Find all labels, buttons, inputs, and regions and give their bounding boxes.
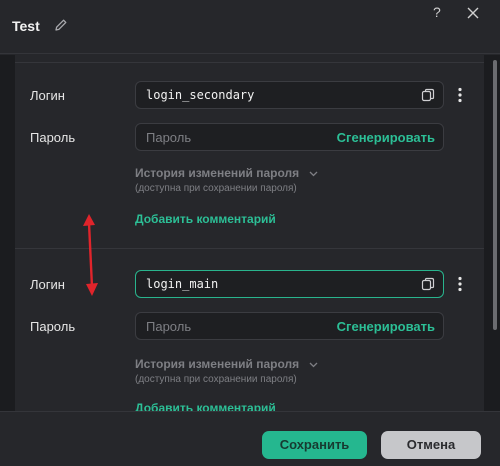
pencil-icon[interactable] bbox=[54, 18, 68, 32]
password-history-toggle[interactable]: История изменений пароля bbox=[135, 166, 318, 180]
copy-icon[interactable] bbox=[421, 88, 435, 102]
scrollbar-thumb[interactable] bbox=[493, 60, 497, 330]
password-input[interactable]: Пароль Сгенерировать bbox=[135, 123, 444, 151]
add-comment-button[interactable]: Добавить комментарий bbox=[135, 212, 276, 226]
chevron-down-icon bbox=[309, 171, 317, 177]
login-value: login_secondary bbox=[146, 88, 255, 102]
password-history-note: (доступна при сохранении пароля) bbox=[135, 183, 297, 194]
dialog-title: Test bbox=[12, 18, 40, 34]
left-gutter bbox=[0, 55, 15, 411]
chevron-down-icon bbox=[309, 362, 317, 368]
password-history-toggle[interactable]: История изменений пароля bbox=[135, 357, 318, 371]
double-arrow-icon bbox=[83, 214, 98, 296]
edit-dialog: Test ? Логин login_secondary Пароль Паро… bbox=[0, 0, 500, 466]
close-icon[interactable] bbox=[466, 6, 480, 20]
generate-password-button[interactable]: Сгенерировать bbox=[337, 319, 435, 334]
copy-icon[interactable] bbox=[421, 277, 435, 291]
password-label: Пароль bbox=[30, 130, 76, 145]
login-input[interactable]: login_main bbox=[135, 270, 444, 298]
title-bar: Test ? bbox=[0, 0, 500, 54]
dialog-footer: Сохранить Отмена bbox=[0, 411, 500, 466]
login-label: Логин bbox=[30, 277, 65, 292]
password-placeholder: Пароль bbox=[146, 319, 192, 334]
save-button[interactable]: Сохранить bbox=[262, 431, 367, 459]
password-placeholder: Пароль bbox=[146, 130, 192, 145]
login-value: login_main bbox=[146, 277, 219, 291]
password-history-label: История изменений пароля bbox=[135, 357, 300, 371]
kebab-menu-icon[interactable] bbox=[457, 276, 463, 292]
password-history-note: (доступна при сохранении пароля) bbox=[135, 374, 297, 385]
cancel-button[interactable]: Отмена bbox=[381, 431, 481, 459]
block-top-border bbox=[15, 62, 484, 63]
kebab-menu-icon[interactable] bbox=[457, 87, 463, 103]
password-label: Пароль bbox=[30, 319, 76, 334]
scrollbar-track[interactable] bbox=[484, 55, 500, 411]
help-icon[interactable]: ? bbox=[433, 4, 441, 20]
generate-password-button[interactable]: Сгенерировать bbox=[337, 130, 435, 145]
add-comment-button[interactable]: Добавить комментарий bbox=[135, 401, 276, 411]
login-label: Логин bbox=[30, 88, 65, 103]
login-input[interactable]: login_secondary bbox=[135, 81, 444, 109]
password-input[interactable]: Пароль Сгенерировать bbox=[135, 312, 444, 340]
password-history-label: История изменений пароля bbox=[135, 166, 300, 180]
